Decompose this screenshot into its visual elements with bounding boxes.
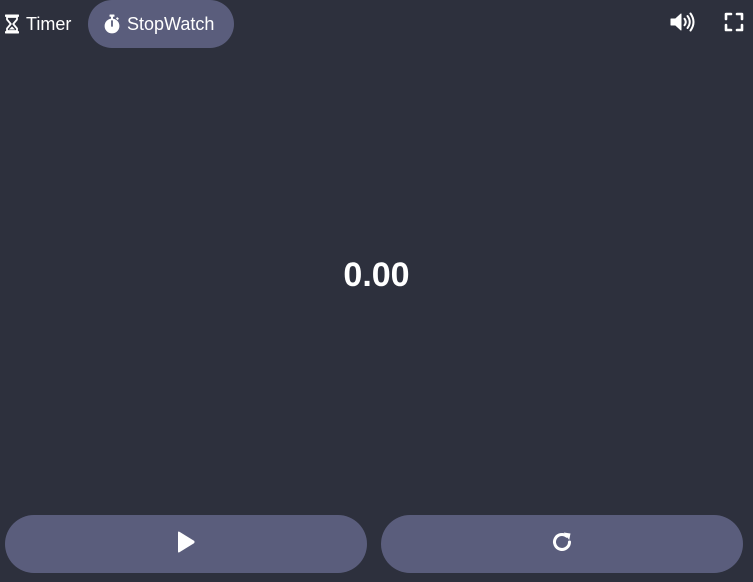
hourglass-icon — [4, 14, 20, 34]
fullscreen-icon — [724, 12, 744, 37]
reset-button[interactable] — [381, 515, 743, 573]
volume-icon — [670, 12, 696, 37]
stopwatch-app: Timer StopWatch 0.00 — [0, 0, 753, 582]
tab-stopwatch-label: StopWatch — [127, 13, 215, 34]
play-icon — [176, 530, 196, 559]
reset-icon — [550, 530, 574, 559]
tab-timer[interactable]: Timer — [0, 0, 85, 48]
volume-button[interactable] — [670, 11, 696, 37]
tab-timer-label: Timer — [26, 13, 72, 34]
tab-stopwatch[interactable]: StopWatch — [88, 0, 234, 48]
time-display: 0.00 — [343, 256, 410, 294]
top-bar: Timer StopWatch — [0, 0, 753, 48]
stopwatch-icon — [103, 14, 121, 34]
play-button[interactable] — [5, 515, 367, 573]
fullscreen-button[interactable] — [721, 11, 747, 37]
